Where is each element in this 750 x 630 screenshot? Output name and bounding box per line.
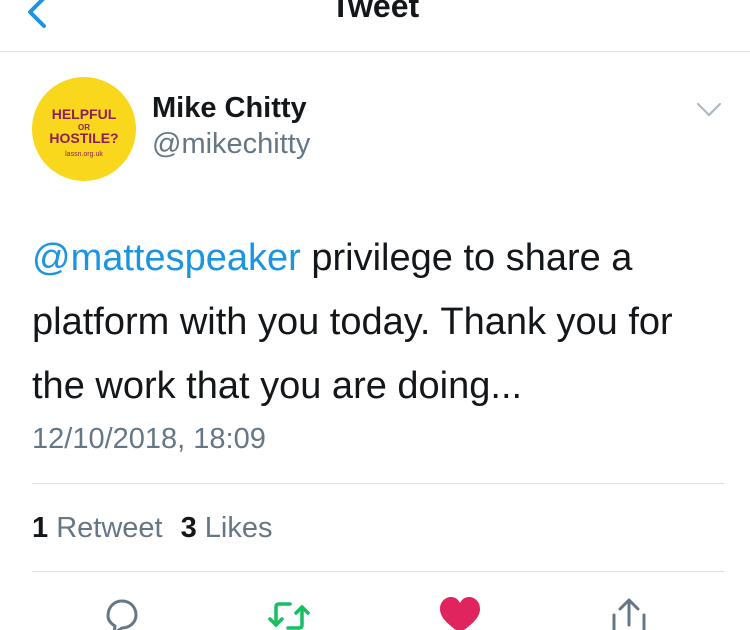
like-count: 3	[180, 512, 197, 544]
page-title: Tweet	[330, 0, 420, 24]
share-button[interactable]	[606, 595, 652, 630]
reply-icon	[106, 599, 138, 630]
avatar[interactable]: HELPFUL OR HOSTILE? lassn.org.uk	[32, 77, 136, 181]
mention-link[interactable]: @mattespeaker	[32, 237, 301, 279]
engagement-stats: 1 Retweet 3 Likes	[32, 512, 273, 545]
retweets-stat[interactable]: 1 Retweet	[32, 512, 163, 544]
retweet-label: Retweet	[56, 512, 163, 544]
tweet-line: platform with you today. Thank you for	[32, 301, 673, 343]
heart-icon	[440, 597, 480, 630]
share-icon	[612, 598, 646, 630]
avatar-text-hostile: HOSTILE?	[49, 130, 118, 146]
tweet-line-text: privilege to share a	[300, 237, 633, 279]
author-handle[interactable]: @mikechitty	[152, 128, 310, 161]
like-button[interactable]	[437, 595, 483, 630]
tweet-line: the work that you are doing...	[32, 365, 523, 407]
more-options-button[interactable]	[694, 98, 724, 122]
tweet-text: @mattespeaker privilege to share a platf…	[32, 226, 732, 418]
tweet-line: @mattespeaker privilege to share a	[32, 226, 732, 290]
author-name[interactable]: Mike Chitty	[152, 92, 307, 125]
caret-down-icon	[696, 102, 722, 117]
timestamp: 12/10/2018, 18:09	[32, 423, 266, 455]
divider	[32, 483, 724, 484]
like-label: Likes	[204, 512, 273, 544]
retweet-button[interactable]	[266, 595, 312, 630]
nav-bar: Tweet	[0, 0, 750, 52]
avatar-text-url: lassn.org.uk	[65, 151, 103, 158]
retweet-count: 1	[32, 512, 49, 544]
retweet-icon	[268, 602, 310, 630]
divider	[32, 571, 724, 572]
reply-button[interactable]	[98, 595, 144, 630]
avatar-text-helpful: HELPFUL	[52, 106, 117, 122]
likes-stat[interactable]: 3 Likes	[181, 512, 273, 544]
